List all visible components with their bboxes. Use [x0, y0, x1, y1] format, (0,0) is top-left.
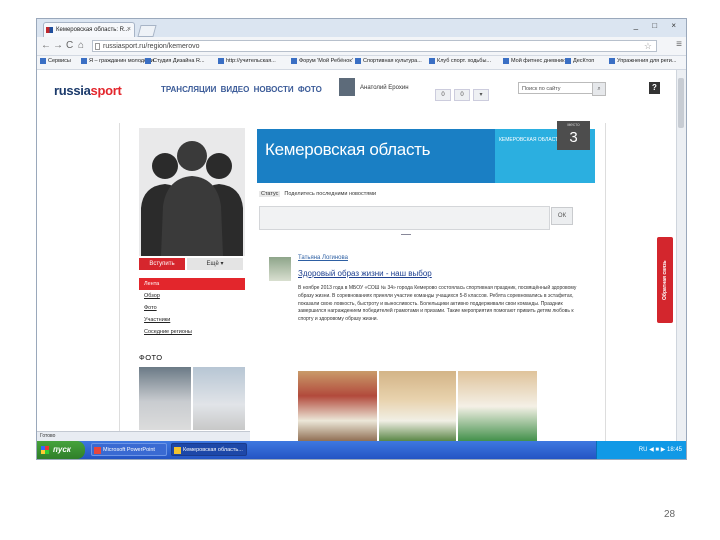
photo-thumbnail[interactable] — [139, 367, 191, 430]
divider — [401, 234, 411, 235]
url-input[interactable]: russiasport.ru/region/kemerovo ☆ — [92, 40, 657, 52]
reload-icon[interactable]: C — [66, 40, 73, 51]
tab-close-icon[interactable]: × — [127, 23, 131, 37]
post-author-avatar[interactable] — [269, 257, 291, 281]
post-photo[interactable] — [458, 371, 537, 442]
site-search-input[interactable]: Поиск по сайту ⌕ — [518, 82, 606, 96]
forward-icon[interactable]: → — [53, 40, 63, 51]
post-photo[interactable] — [298, 371, 377, 442]
post-photo[interactable] — [379, 371, 456, 442]
taskbar-item-browser[interactable]: Кемеровская область... — [171, 443, 247, 456]
taskbar-item-powerpoint[interactable]: Microsoft PowerPoint — [91, 443, 167, 456]
browser-status-bar: Готово — [37, 431, 250, 441]
menu-item-neighbors[interactable]: Соседние регионы — [139, 326, 245, 338]
status-row: Статус Поделитесь последними новостями — [259, 191, 376, 197]
bookmark-icon — [81, 58, 87, 64]
page-icon — [95, 43, 100, 50]
user-avatar[interactable] — [339, 78, 355, 96]
photo-section-title: ФОТО — [139, 353, 163, 362]
bookmark-icon — [429, 58, 435, 64]
more-dropdown[interactable]: Ещё ▾ — [187, 258, 243, 270]
photo-thumbnail[interactable] — [193, 367, 245, 430]
title-bar: Кемеровская область: R... × _ □ × — [37, 19, 686, 37]
browser-tab[interactable]: Кемеровская область: R... × — [43, 22, 135, 37]
home-icon[interactable]: ⌂ — [78, 40, 84, 51]
browser-window: Кемеровская область: R... × _ □ × ← → C … — [36, 18, 687, 460]
bookmark-star-icon[interactable]: ☆ — [644, 40, 652, 52]
windows-logo-icon — [41, 446, 49, 454]
menu-item-overview[interactable]: Обзор — [139, 290, 245, 302]
browser-menu-icon[interactable]: ≡ — [676, 39, 682, 50]
new-tab-button[interactable] — [137, 25, 157, 37]
user-menu-button[interactable]: ▾ — [473, 89, 489, 101]
site-logo[interactable]: russiasport — [54, 83, 122, 98]
bookmark-item[interactable]: Упражнения для реги... — [609, 58, 676, 64]
bookmark-item[interactable]: ДесКтоп — [565, 58, 594, 64]
profile-placeholder-image — [139, 128, 245, 256]
powerpoint-icon — [94, 447, 101, 454]
top-navigation[interactable]: ТРАНСЛЯЦИИ ВИДЕО НОВОСТИ ФОТО — [161, 85, 322, 94]
window-controls[interactable]: _ □ × — [634, 21, 682, 30]
bookmark-item[interactable]: Спортивная культура... — [355, 58, 422, 64]
url-text: russiasport.ru/region/kemerovo — [103, 43, 200, 50]
region-banner: Кемеровская область КЕМЕРОВСКАЯ ОБЛАСТЬ — [257, 129, 595, 183]
slide-page-number: 28 — [664, 509, 676, 520]
messages-button[interactable]: 0 — [454, 89, 470, 101]
scrollbar-thumb[interactable] — [678, 78, 684, 128]
rank-badge: место 3 — [557, 121, 590, 150]
post-submit-button[interactable]: ОК — [551, 207, 573, 225]
address-bar-row: ← → C ⌂ russiasport.ru/region/kemerovo ☆… — [37, 37, 686, 56]
bookmark-item[interactable]: http://учительская... — [218, 58, 276, 64]
bookmark-item[interactable]: Я – гражданин молодёжи — [81, 58, 154, 64]
user-name[interactable]: Анатолий Ерохин — [360, 85, 409, 91]
bookmark-icon — [355, 58, 361, 64]
banner-subtitle: КЕМЕРОВСКАЯ ОБЛАСТЬ — [499, 137, 562, 143]
notifications-button[interactable]: 0 — [435, 89, 451, 101]
profile-menu: Лента Обзор Фото Участники Соседние реги… — [139, 278, 245, 338]
menu-item-feed[interactable]: Лента — [139, 278, 245, 290]
post-body: В ноябре 2013 года в МБОУ «СОШ № 34» гор… — [298, 285, 577, 323]
rank-label: место — [567, 122, 580, 127]
menu-item-members[interactable]: Участники — [139, 314, 245, 326]
bookmarks-bar: Сервисы Я – гражданин молодёжи Студия Ди… — [37, 56, 686, 70]
tab-title: Кемеровская область: R... — [56, 27, 129, 33]
chrome-icon — [174, 447, 181, 454]
post-title-link[interactable]: Здоровый образ жизни - наш выбор — [298, 269, 432, 278]
system-tray[interactable]: RU ◀ ■ ▶ 18:45 — [596, 441, 686, 459]
bookmark-icon — [218, 58, 224, 64]
web-page: russiasport ТРАНСЛЯЦИИ ВИДЕО НОВОСТИ ФОТ… — [37, 70, 677, 453]
search-icon[interactable]: ⌕ — [592, 82, 606, 96]
back-icon[interactable]: ← — [41, 40, 51, 51]
header-buttons: 0 0 ▾ — [435, 83, 492, 101]
status-tag[interactable]: Статус — [259, 191, 281, 197]
bookmark-item[interactable]: Студия Дизайна R... — [145, 58, 205, 64]
start-button[interactable]: пуск — [37, 441, 85, 459]
rank-number: 3 — [569, 129, 578, 146]
site-favicon-icon — [46, 27, 53, 33]
vertical-scrollbar[interactable] — [676, 70, 686, 441]
bookmark-icon — [609, 58, 615, 64]
join-button[interactable]: Вступить — [139, 258, 185, 270]
menu-item-photo[interactable]: Фото — [139, 302, 245, 314]
bookmark-icon — [145, 58, 151, 64]
region-title: Кемеровская область — [265, 140, 431, 159]
bookmark-icon — [503, 58, 509, 64]
bookmark-item[interactable]: Мой фитнес дневник — [503, 58, 565, 64]
bookmark-icon — [565, 58, 571, 64]
bookmark-item[interactable]: Клуб спорт. ходьбы... — [429, 58, 491, 64]
post-input[interactable] — [259, 206, 550, 230]
windows-taskbar: пуск Microsoft PowerPoint Кемеровская об… — [37, 441, 686, 459]
feedback-tab[interactable]: Обратная связь — [657, 237, 673, 323]
bookmark-item[interactable]: Форум 'Мой Ребёнок' — [291, 58, 353, 64]
help-button[interactable]: ? — [649, 82, 660, 94]
status-text: Поделитесь последними новостями — [284, 191, 377, 197]
post-author-link[interactable]: Татьяна Логинова — [298, 255, 348, 261]
bookmark-item[interactable]: Сервисы — [40, 58, 71, 64]
bookmark-icon — [291, 58, 297, 64]
apps-icon — [40, 58, 46, 64]
